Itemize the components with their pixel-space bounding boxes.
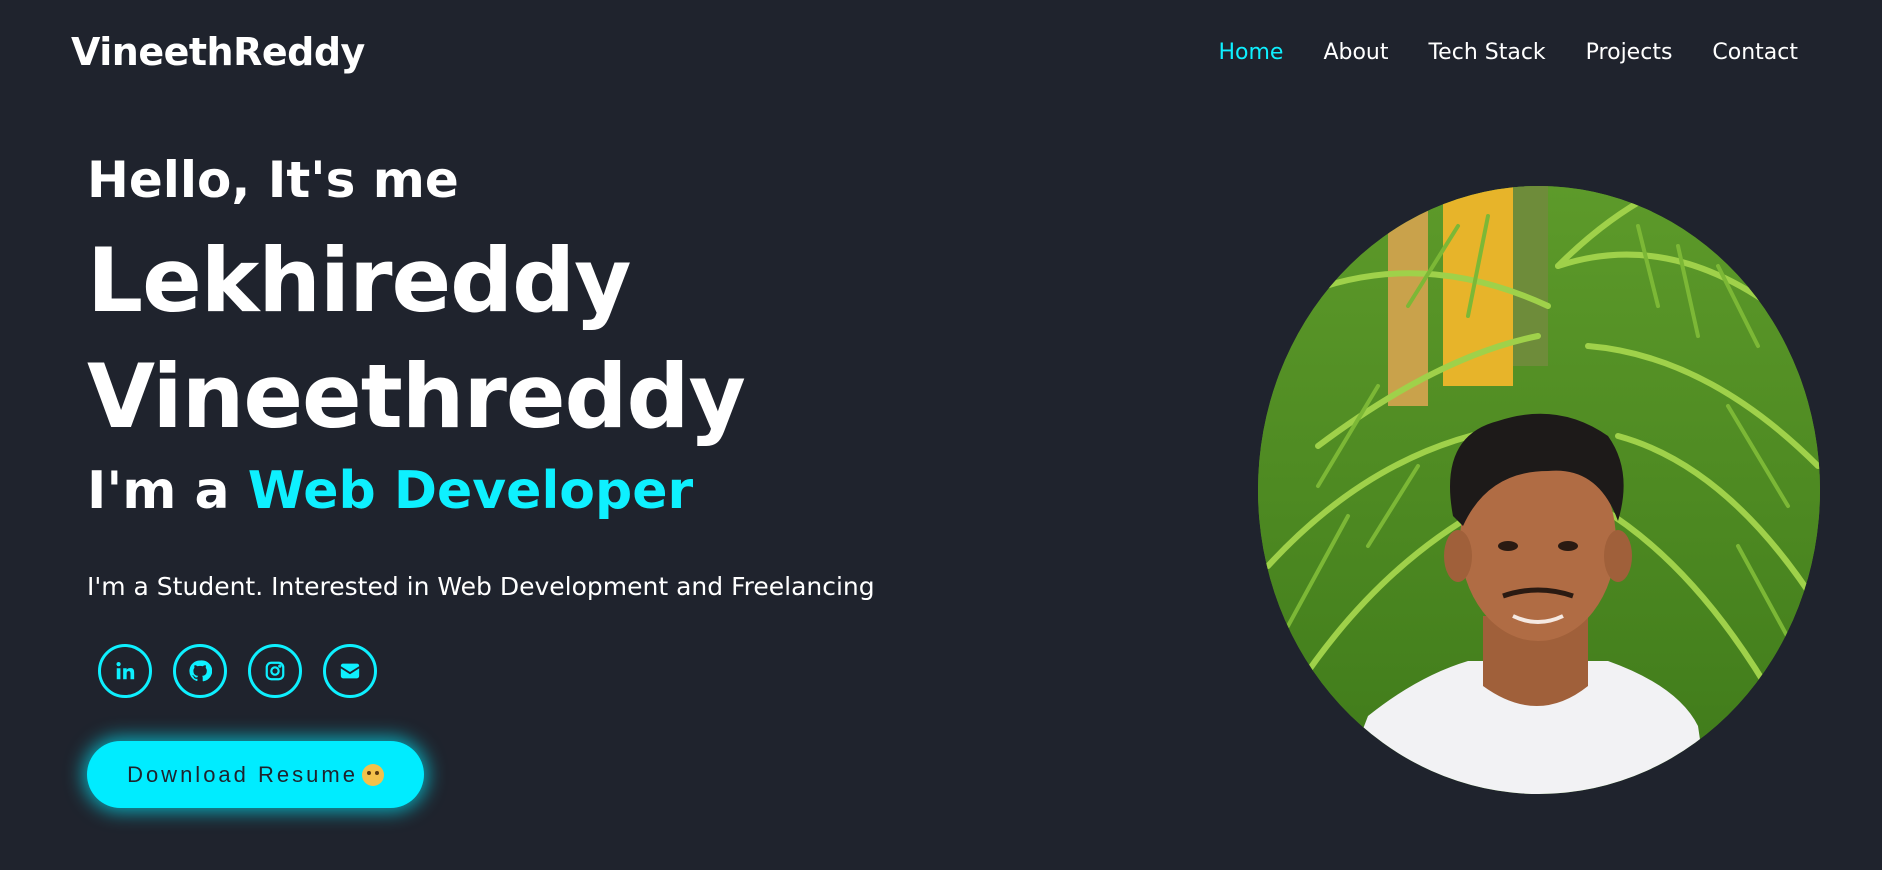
nav-link-about[interactable]: About (1323, 40, 1388, 65)
nav-link-home[interactable]: Home (1218, 40, 1283, 65)
full-name-heading: Lekhireddy Vineethreddy (87, 223, 987, 455)
nav-link-tech-stack[interactable]: Tech Stack (1428, 40, 1545, 65)
linkedin-icon (114, 660, 136, 682)
name-line-2: Vineethreddy (87, 345, 746, 448)
navbar: VineethReddy Home About Tech Stack Proje… (0, 0, 1882, 110)
instagram-button[interactable] (248, 644, 302, 698)
linkedin-button[interactable] (98, 644, 152, 698)
main-nav: Home About Tech Stack Projects Contact (1218, 40, 1798, 65)
name-line-1: Lekhireddy (87, 229, 632, 332)
instagram-icon (264, 660, 286, 682)
email-button[interactable] (323, 644, 377, 698)
smiley-emoji-icon (361, 763, 384, 786)
role-prefix: I'm a (87, 461, 248, 521)
profile-photo-illustration (1258, 186, 1820, 794)
greeting-heading: Hello, It's me (87, 151, 459, 209)
site-logo[interactable]: VineethReddy (71, 30, 365, 74)
nav-link-contact[interactable]: Contact (1712, 40, 1798, 65)
download-resume-button[interactable]: Download Resume (87, 741, 424, 808)
nav-link-projects[interactable]: Projects (1586, 40, 1673, 65)
github-button[interactable] (173, 644, 227, 698)
hero-intro: Hello, It's me Lekhireddy Vineethreddy I… (87, 145, 987, 605)
role-heading: I'm a Web Developer (87, 455, 987, 527)
bio-text: I'm a Student. Interested in Web Develop… (87, 572, 875, 601)
profile-photo (1258, 186, 1820, 794)
social-links (98, 644, 377, 698)
email-icon (339, 660, 361, 682)
download-resume-label: Download Resume (127, 761, 358, 787)
github-icon (188, 659, 212, 683)
role-highlight: Web Developer (247, 461, 694, 521)
